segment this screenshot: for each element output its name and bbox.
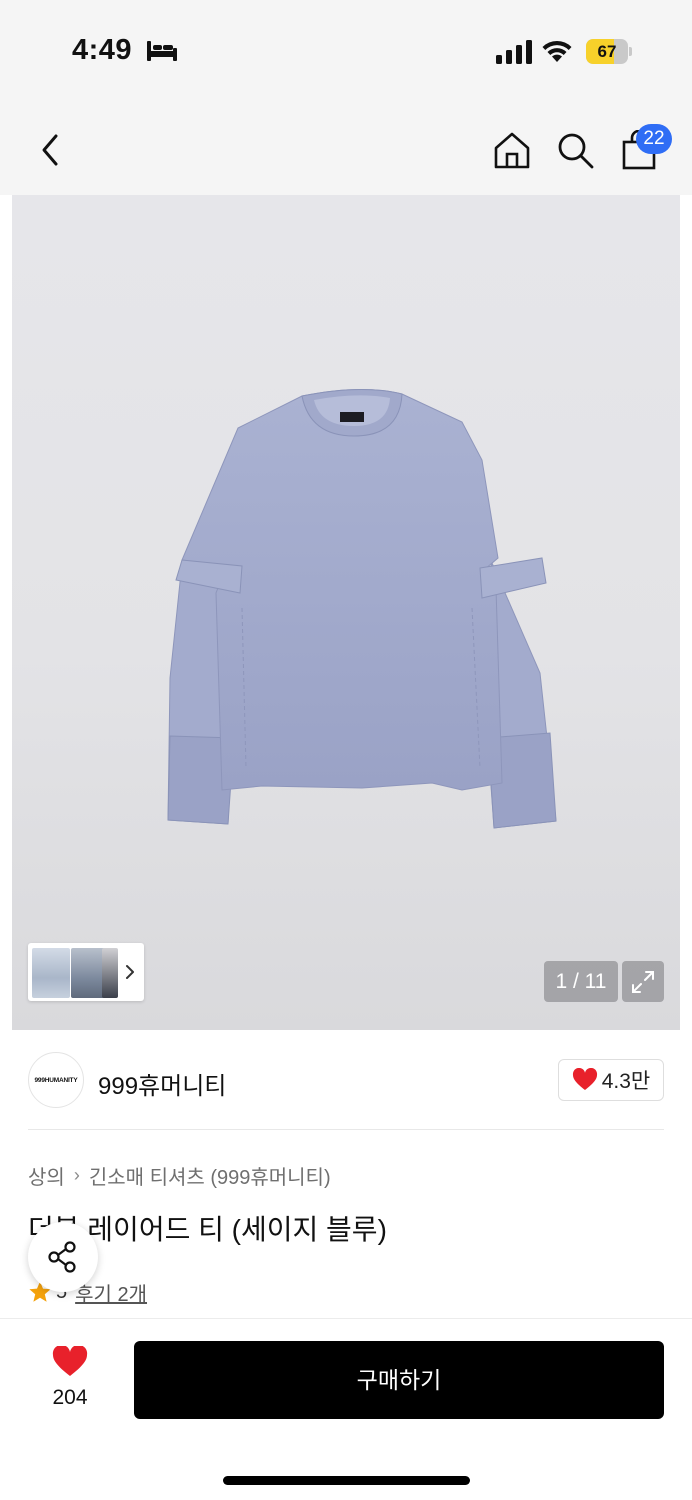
signal-icon — [496, 40, 532, 64]
thumbnail-strip[interactable] — [28, 943, 144, 1001]
product-image — [167, 388, 557, 829]
buy-button[interactable]: 구매하기 — [134, 1341, 664, 1419]
battery-icon: 67 — [586, 39, 632, 64]
share-icon — [48, 1241, 76, 1273]
wishlist-count: 204 — [52, 1386, 88, 1409]
share-button[interactable] — [28, 1222, 98, 1292]
home-indicator — [223, 1476, 470, 1485]
brand-name[interactable]: 999휴머니티 — [98, 1066, 226, 1101]
heart-icon — [572, 1068, 597, 1090]
breadcrumb-subcategory[interactable]: 긴소매 티셔츠 (999휴머니티) — [89, 1161, 331, 1190]
search-icon — [558, 133, 594, 169]
brand-like-count: 4.3만 — [601, 1070, 651, 1093]
battery-level: 67 — [597, 42, 617, 61]
thumbnail-image[interactable] — [102, 948, 118, 998]
expand-icon — [632, 970, 654, 993]
chevron-right-icon: › — [73, 1164, 80, 1185]
bed-icon — [147, 41, 177, 61]
brand-logo[interactable]: 999HUMANITY — [28, 1052, 84, 1108]
divider — [28, 1129, 664, 1130]
search-button[interactable] — [553, 126, 597, 174]
breadcrumb: 상의 › 긴소매 티셔츠 (999휴머니티) — [28, 1161, 331, 1189]
back-icon — [42, 134, 58, 166]
wishlist-button[interactable]: 204 — [40, 1344, 100, 1414]
brand-row: 999HUMANITY 999휴머니티 4.3만 — [28, 1052, 664, 1110]
expand-image-button[interactable] — [622, 961, 664, 1002]
thumbnail-image[interactable] — [71, 948, 105, 998]
home-button[interactable] — [490, 126, 534, 174]
heart-icon — [52, 1346, 88, 1376]
product-image-gallery[interactable] — [12, 195, 680, 1030]
status-time: 4:49 — [72, 34, 133, 66]
cart-count-badge: 22 — [636, 124, 672, 154]
wifi-icon — [542, 40, 572, 62]
home-icon — [494, 132, 530, 169]
thumbnail-image[interactable] — [32, 948, 70, 998]
chevron-right-icon[interactable] — [122, 961, 138, 983]
image-page-counter: 1 / 11 — [544, 961, 618, 1002]
breadcrumb-category[interactable]: 상의 — [28, 1161, 65, 1190]
brand-like-button[interactable]: 4.3만 — [558, 1059, 664, 1101]
back-button[interactable] — [28, 126, 72, 174]
